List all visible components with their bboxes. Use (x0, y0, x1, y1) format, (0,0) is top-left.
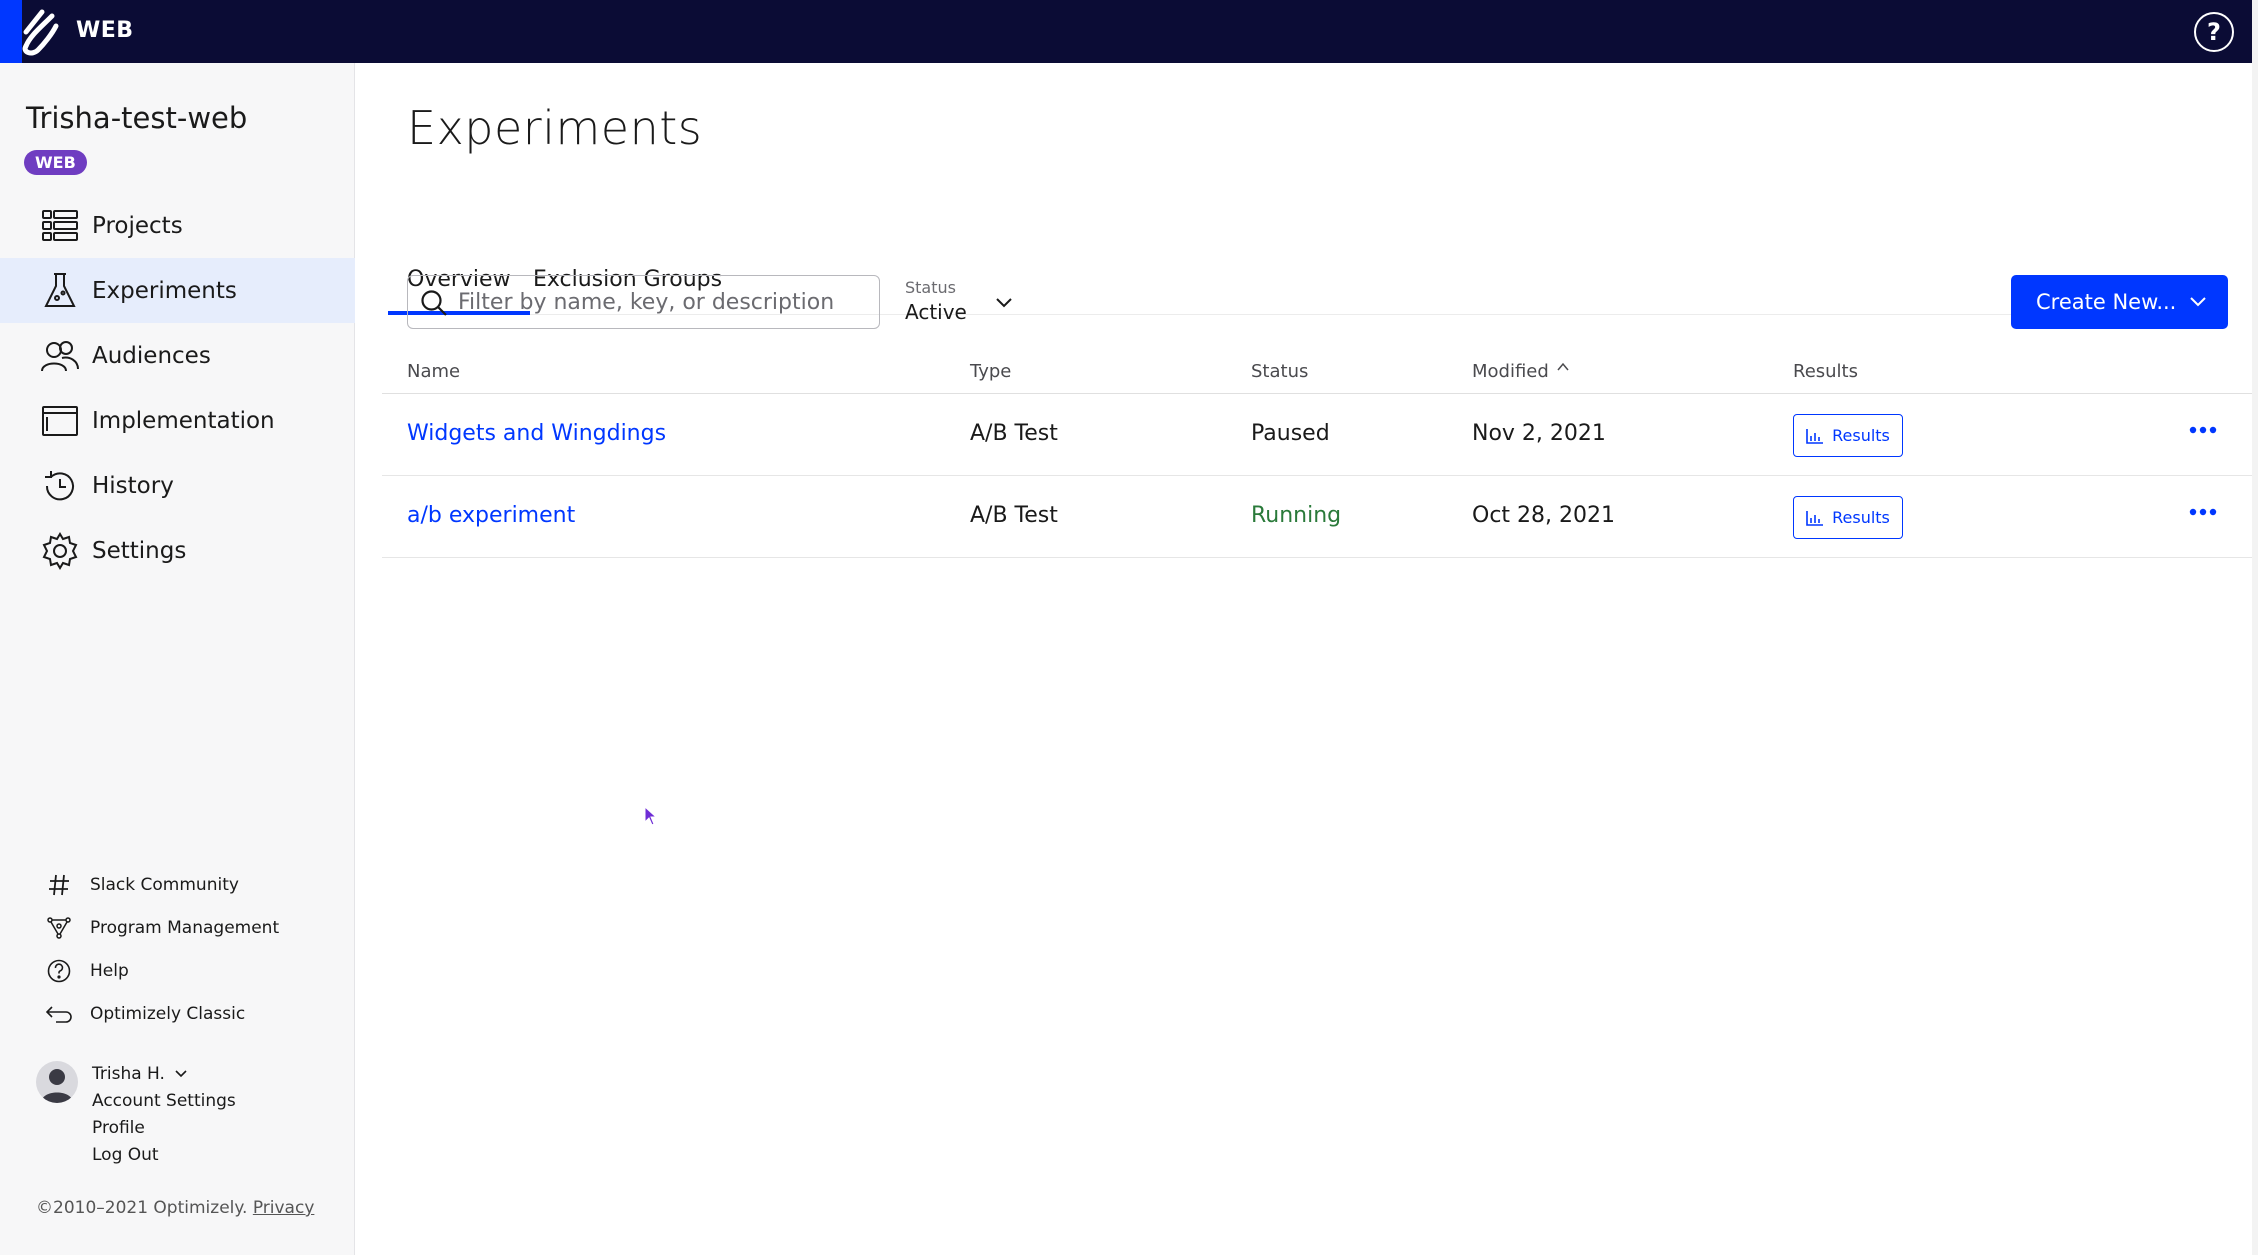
results-button[interactable]: Results (1793, 496, 1903, 539)
copyright: ©2010–2021 Optimizely. Privacy (36, 1198, 314, 1218)
footer-link-label: Optimizely Classic (90, 1003, 246, 1024)
results-label: Results (1832, 508, 1890, 527)
bar-chart-icon (1806, 510, 1824, 526)
project-name[interactable]: Trisha-test-web (26, 101, 247, 135)
experiment-status: Running (1251, 503, 1342, 528)
results-label: Results (1832, 426, 1890, 445)
question-icon (46, 958, 72, 984)
window-edge (2252, 0, 2258, 1255)
create-new-label: Create New... (2036, 290, 2177, 314)
chevron-down-icon (996, 298, 1012, 308)
list-icon (40, 206, 80, 246)
history-icon (40, 466, 80, 506)
people-icon (40, 336, 80, 376)
sidebar-item-projects[interactable]: Projects (0, 193, 355, 258)
program-management-link[interactable]: Program Management (0, 906, 355, 949)
experiment-modified: Nov 2, 2021 (1472, 421, 1606, 446)
chevron-down-icon (175, 1070, 187, 1078)
mouse-cursor-icon (644, 806, 658, 826)
sidebar-item-label: Experiments (92, 277, 237, 304)
footer-link-label: Slack Community (90, 874, 239, 895)
help-icon[interactable]: ? (2194, 12, 2234, 52)
sidebar-item-label: Audiences (92, 342, 211, 369)
table-row: Widgets and Wingdings A/B Test Paused No… (382, 394, 2252, 476)
user-name: Trisha H. (92, 1064, 165, 1084)
top-bar: WEB ? (0, 0, 2258, 63)
profile-link[interactable]: Profile (92, 1115, 292, 1142)
sidebar-item-label: History (92, 472, 174, 499)
column-header-name[interactable]: Name (407, 361, 460, 382)
column-header-modified[interactable]: Modified (1472, 361, 1571, 382)
bar-chart-icon (1806, 428, 1824, 444)
sidebar: Trisha-test-web WEB Projects Experiments (0, 63, 355, 1255)
help-link[interactable]: Help (0, 949, 355, 992)
search-icon (421, 290, 447, 316)
filter-input[interactable] (458, 289, 858, 315)
gear-icon (40, 531, 80, 571)
window-icon (40, 401, 80, 441)
footer-link-label: Help (90, 960, 129, 981)
beaker-icon (40, 271, 80, 311)
optimizely-classic-link[interactable]: Optimizely Classic (0, 992, 355, 1035)
user-name-toggle[interactable]: Trisha H. (92, 1061, 292, 1088)
product-name: WEB (76, 18, 134, 43)
filter-field (407, 275, 880, 329)
experiment-status: Paused (1251, 421, 1330, 446)
column-header-type[interactable]: Type (970, 361, 1011, 382)
experiment-type: A/B Test (970, 421, 1058, 446)
return-icon (46, 1001, 72, 1027)
privacy-link[interactable]: Privacy (253, 1198, 315, 1218)
user-links: Trisha H. Account Settings Profile Log O… (92, 1061, 292, 1169)
platform-badge: WEB (24, 150, 87, 175)
copyright-text: ©2010–2021 Optimizely. (36, 1198, 248, 1218)
results-button[interactable]: Results (1793, 414, 1903, 457)
footer-link-label: Program Management (90, 917, 280, 938)
experiment-modified: Oct 28, 2021 (1472, 503, 1615, 528)
sidebar-item-label: Settings (92, 537, 187, 564)
sidebar-item-implementation[interactable]: Implementation (0, 388, 355, 453)
column-header-results: Results (1793, 361, 1858, 382)
chevron-down-icon (2190, 297, 2206, 307)
table-header: Name Type Status Modified Results (382, 350, 2252, 394)
slack-community-link[interactable]: Slack Community (0, 863, 355, 906)
more-options-icon[interactable] (2188, 504, 2218, 520)
more-options-icon[interactable] (2188, 422, 2218, 438)
sidebar-item-history[interactable]: History (0, 453, 355, 518)
sidebar-item-experiments[interactable]: Experiments (0, 258, 355, 323)
hash-icon (46, 872, 72, 898)
column-header-modified-label: Modified (1472, 361, 1549, 382)
create-new-button[interactable]: Create New... (2011, 275, 2228, 329)
main-content: Experiments Overview Exclusion Groups St… (356, 63, 2252, 1255)
sidebar-nav: Projects Experiments Audiences Implement… (0, 193, 355, 583)
sidebar-item-settings[interactable]: Settings (0, 518, 355, 583)
logout-link[interactable]: Log Out (92, 1142, 292, 1169)
optimizely-logo-icon[interactable] (12, 6, 64, 58)
page-title: Experiments (407, 101, 703, 155)
sidebar-item-label: Projects (92, 212, 183, 239)
sort-asc-icon (1556, 362, 1569, 371)
experiment-name-link[interactable]: a/b experiment (407, 503, 575, 528)
network-icon (46, 915, 72, 941)
sidebar-item-label: Implementation (92, 407, 275, 434)
avatar[interactable] (36, 1061, 78, 1103)
table-row: a/b experiment A/B Test Running Oct 28, … (382, 476, 2252, 558)
experiment-name-link[interactable]: Widgets and Wingdings (407, 421, 666, 446)
account-settings-link[interactable]: Account Settings (92, 1088, 292, 1115)
experiment-type: A/B Test (970, 503, 1058, 528)
sidebar-footer-links: Slack Community Program Management Help (0, 863, 355, 1035)
status-dropdown[interactable]: Status Active (905, 278, 1025, 328)
column-header-status[interactable]: Status (1251, 361, 1308, 382)
sidebar-item-audiences[interactable]: Audiences (0, 323, 355, 388)
